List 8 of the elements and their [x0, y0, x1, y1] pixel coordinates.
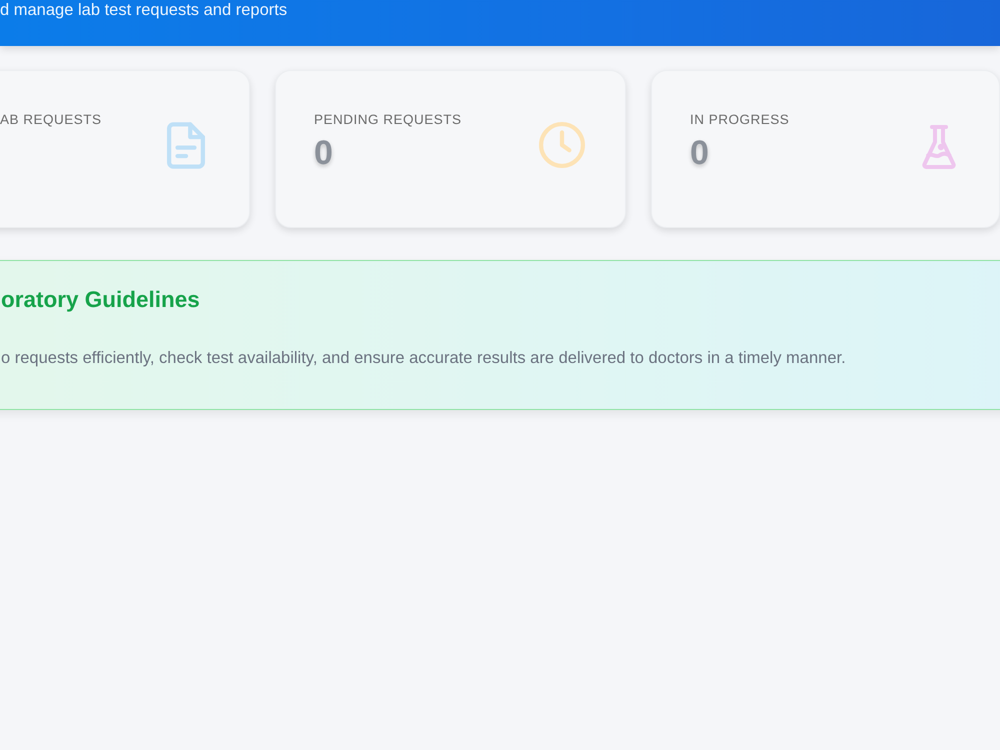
- stat-value: 0: [690, 133, 709, 173]
- stat-value: 0: [314, 133, 333, 173]
- header-subtitle: d manage lab test requests and reports: [0, 0, 288, 20]
- guidelines-text: o requests efficiently, check test availability, and ensure accurate results are delivered to doctors in a timely manner.: [1, 348, 846, 368]
- guidelines-title: oratory Guidelines: [1, 287, 200, 313]
- stat-label: IN PROGRESS: [690, 112, 790, 128]
- stat-label: AB REQUESTS: [0, 112, 102, 128]
- stat-label: PENDING REQUESTS: [314, 112, 462, 128]
